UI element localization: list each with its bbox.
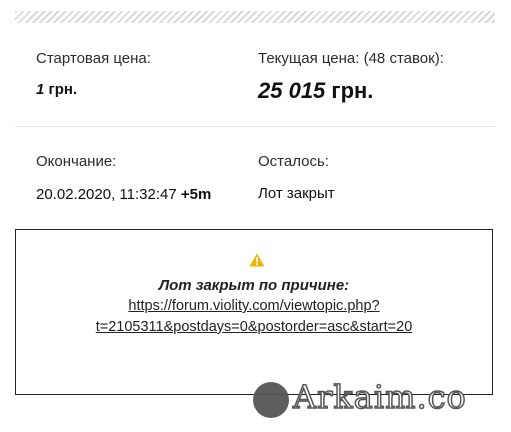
current-price-value: 25 015 грн. <box>258 78 373 104</box>
current-price-label: Текущая цена: (48 ставок): <box>258 50 444 67</box>
current-price-currency: грн. <box>331 78 374 103</box>
end-extension: +5m <box>180 186 212 203</box>
end-time-label: Окончание: <box>36 153 117 170</box>
close-reason-title: Лот закрыт по причине: <box>158 277 350 294</box>
decorative-stripe <box>15 11 495 23</box>
remaining-value: Лот закрыт <box>258 185 335 202</box>
section-divider <box>15 126 495 127</box>
current-price-amount: 25 015 <box>258 78 326 103</box>
start-price-amount: 1 <box>36 81 45 98</box>
lot-closed-notice: Лот закрыт по причине: https://forum.vio… <box>15 229 493 395</box>
start-price-value: 1 грн. <box>36 81 77 98</box>
watermark-dot <box>253 382 289 418</box>
remaining-label: Осталось: <box>258 153 329 170</box>
end-time-value: 20.02.2020, 11:32:47 +5m <box>36 186 211 203</box>
watermark: Arkaim.co <box>253 377 503 422</box>
warning-icon <box>249 253 265 267</box>
forum-link-line1[interactable]: https://forum.violity.com/viewtopic.php? <box>16 298 492 314</box>
start-price-currency: грн. <box>48 81 78 98</box>
watermark-text: Arkaim.co <box>292 377 467 417</box>
start-price-label: Стартовая цена: <box>36 50 151 67</box>
end-date: 20.02.2020, 11:32:47 <box>36 186 177 203</box>
forum-link-line2[interactable]: t=2105311&postdays=0&postorder=asc&start… <box>16 319 492 335</box>
